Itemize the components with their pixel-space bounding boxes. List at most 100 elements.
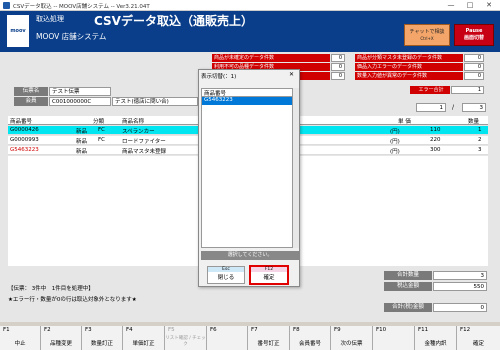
row-name: スペランカー <box>122 129 155 135</box>
total-qty: 3 <box>433 271 487 280</box>
dialog-close-icon[interactable]: ✕ <box>289 71 294 78</box>
fkey-f11[interactable]: F11 金種内訳 <box>415 326 457 350</box>
error-total-label: エラー合計 <box>410 86 450 94</box>
list-scrollbar[interactable] <box>293 88 299 248</box>
dialog-close-button[interactable]: Esc 閉じる <box>207 266 245 284</box>
row-cat2: FC <box>98 127 106 133</box>
system-name: MOOV 店舗システム <box>36 32 107 41</box>
error-count-price: 0 <box>464 63 484 71</box>
error-count-unconfirmed: 0 <box>331 54 345 62</box>
row-cat2: FC <box>98 137 106 143</box>
member-label: 会員 <box>14 97 48 106</box>
product-list[interactable]: 商品番号 G5463223 <box>201 88 293 248</box>
fkey-num: F9 <box>334 327 341 333</box>
fkey-label: 金種内訳 <box>424 341 447 347</box>
fkey-label: 品種変更 <box>49 341 72 347</box>
row-price: 110 <box>430 127 441 133</box>
slip-progress: 【伝票： 3件中 1件目を処理中】 <box>8 286 94 292</box>
app-icon <box>3 2 10 9</box>
dialog-title: 表示切替(：1) <box>201 74 237 80</box>
fkey-f3[interactable]: F3 数量訂正 <box>82 326 123 350</box>
fkey-f7[interactable]: F7 番号訂正 <box>248 326 290 350</box>
page-separator: / <box>452 104 455 111</box>
display-switch-dialog: 表示切替(：1) ✕ 商品番号 G5463223 選択してください。 Esc 閉… <box>198 69 300 287</box>
fkey-f1[interactable]: F1 中止 <box>0 326 41 350</box>
error-label-quantity: 数量入力値が異常のデータ件数 <box>355 72 463 80</box>
pause-sub: 画面切替 <box>463 35 484 41</box>
fkey-label: 会員番号 <box>298 341 321 347</box>
exclusion-note: ★エラー行・数量が0の行は取込対象外となります★ <box>8 297 137 303</box>
fkey-label: 番号訂正 <box>257 341 280 347</box>
fkey-num: F10 <box>376 327 387 333</box>
confirm-label: 確定 <box>263 275 275 281</box>
error-label-price: 価品入力エラーのデータ件数 <box>355 63 463 71</box>
slip-name-label: 伝票名 <box>14 87 48 96</box>
tax-amount-label: 税込金額 <box>384 282 432 291</box>
pause-button[interactable]: Pause 画面切替 <box>454 24 494 46</box>
fkey-label: 単価訂正 <box>132 341 155 347</box>
fkey-f9[interactable]: F9 次の伝票 <box>331 326 373 350</box>
error-label-unregistered: 商品が分類マスタ未登録のデータ件数 <box>355 54 463 62</box>
fkey-num: F1 <box>3 327 10 333</box>
fkey-num: F5 <box>168 327 175 333</box>
dialog-status: 選択してください。 <box>201 251 299 260</box>
chat-button[interactable]: チャットで相談 Ctrl+X <box>404 24 450 46</box>
fkey-label: 次の伝票 <box>340 341 363 347</box>
fkey-f2[interactable]: F2 品種変更 <box>41 326 82 350</box>
fkey-f12[interactable]: F12 確定 <box>457 326 500 350</box>
row-qty: 2 <box>478 137 482 143</box>
fkey-num: F7 <box>251 327 258 333</box>
row-yen: (円) <box>390 139 400 145</box>
total-amount-label: 合計(税)金額 <box>384 303 432 312</box>
total-qty-label: 合計数量 <box>384 271 432 280</box>
row-code: G0000993 <box>10 137 39 143</box>
maximize-button[interactable]: □ <box>463 0 477 11</box>
row-yen: (円) <box>390 129 400 135</box>
page-title: CSVデータ取込（通販売上） <box>94 14 253 28</box>
col-code: 商品番号 <box>10 119 33 125</box>
list-item[interactable]: G5463223 <box>202 97 292 105</box>
fkey-f4[interactable]: F4 単価訂正 <box>123 326 165 350</box>
row-code: G5463223 <box>10 147 39 153</box>
module-label: 取込処理 <box>36 15 64 23</box>
row-code: G0000426 <box>10 127 39 133</box>
fkey-num: F2 <box>44 327 51 333</box>
fkey-label: リスト確認 / チェック <box>165 336 206 347</box>
fkey-f6[interactable]: F6 <box>207 326 248 350</box>
error-count-unavailable: 0 <box>331 63 345 71</box>
minimize-button[interactable]: — <box>444 0 458 11</box>
chat-label: チャットで相談 <box>409 29 445 35</box>
row-name: 商品マスタ未登録 <box>122 149 167 155</box>
fkey-f8[interactable]: F8 会員番号 <box>290 326 331 350</box>
error-label-unconfirmed: 商品が未確定のデータ件数 <box>212 54 330 62</box>
chat-shortcut: Ctrl+X <box>420 36 434 41</box>
row-price: 300 <box>430 147 441 153</box>
error-count-unregistered: 0 <box>464 54 484 62</box>
dialog-confirm-button[interactable]: F12 確定 <box>249 265 289 285</box>
list-header: 商品番号 <box>202 89 292 97</box>
confirm-key: F12 <box>251 267 287 272</box>
slip-name-field[interactable]: テスト伝票 <box>49 87 111 96</box>
fkey-num: F11 <box>418 327 429 333</box>
close-button[interactable]: ✕ <box>482 0 496 11</box>
close-key: Esc <box>208 267 244 272</box>
row-cat1: 新品 <box>76 139 88 145</box>
fkey-f5[interactable]: F5 リスト確認 / チェック <box>165 326 207 350</box>
row-name: ロードファイター <box>122 139 166 145</box>
member-id-field[interactable]: C001000000C <box>49 97 111 106</box>
row-qty: 1 <box>478 127 482 133</box>
member-name-field: テスト(徳店に問い合) <box>112 97 198 106</box>
col-name: 商品名称 <box>122 119 145 125</box>
col-category: 分類 <box>93 119 105 125</box>
row-qty: 3 <box>478 147 482 153</box>
error-count-category: 0 <box>331 72 345 80</box>
fkey-label: 数量訂正 <box>90 341 113 347</box>
col-price: 単 価 <box>398 119 411 125</box>
window-titlebar: CSVデータ取込 -- MOOV店舗システム -- Ver3.21.04T — … <box>0 0 500 11</box>
page-current: 1 <box>416 103 446 112</box>
fkey-num: F3 <box>85 327 92 333</box>
fkey-num: F6 <box>210 327 217 333</box>
row-cat1: 新品 <box>76 149 88 155</box>
total-amount: 0 <box>433 303 487 312</box>
fkey-f10[interactable]: F10 <box>373 326 415 350</box>
